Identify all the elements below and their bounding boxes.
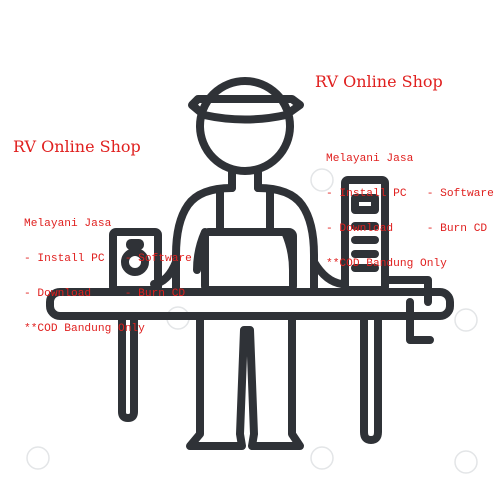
person-legs: [186, 312, 304, 450]
watermark-camera-icon: [310, 446, 334, 470]
ad-lines: Melayani Jasa - Install PC - Software - …: [24, 196, 192, 358]
ad-block-left: RV Online Shop Melayani Jasa - Install P…: [13, 100, 192, 377]
ad-block-right: RV Online Shop Melayani Jasa - Install P…: [315, 35, 494, 312]
apron-straps: [216, 188, 274, 236]
head-circle: [196, 77, 294, 175]
laptop-screen: [201, 228, 297, 294]
ad-line-services: Melayani Jasa: [326, 153, 414, 166]
ad-line-services: Melayani Jasa: [24, 218, 112, 231]
ad-line-download-burn: - Download - Burn CD: [24, 287, 186, 300]
ad-title: RV Online Shop: [13, 137, 141, 156]
ad-line-install-software: - Install PC - Software: [24, 252, 192, 265]
watermark-camera-icon: [454, 450, 478, 474]
ad-line-cod: **COD Bandung Only: [326, 257, 447, 270]
ad-line-cod: **COD Bandung Only: [24, 322, 145, 335]
ad-line-download-burn: - Download - Burn CD: [326, 222, 488, 235]
ad-title: RV Online Shop: [315, 72, 443, 91]
desk-leg-right: [360, 312, 382, 444]
ad-lines: Melayani Jasa - Install PC - Software - …: [326, 131, 494, 293]
watermark-camera-icon: [26, 446, 50, 470]
ad-line-install-software: - Install PC - Software: [326, 187, 494, 200]
